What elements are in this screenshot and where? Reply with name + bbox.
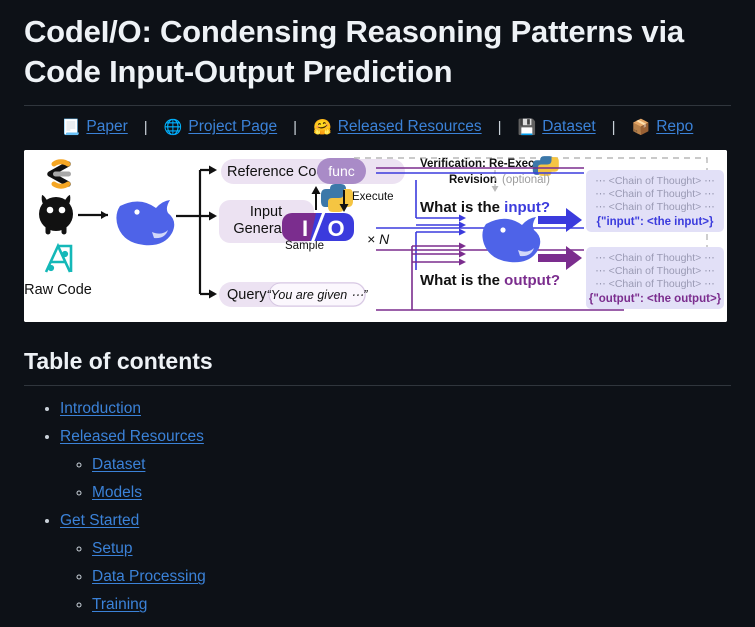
link-paper-label[interactable]: Paper [86,118,127,136]
link-project-page-label[interactable]: Project Page [188,118,277,136]
toc-link-setup[interactable]: Setup [92,540,133,557]
toc-link-released-resources[interactable]: Released Resources [60,428,204,445]
link-project-page[interactable]: 🌐 Project Page [164,118,277,136]
figure-box-io: I O [282,211,354,244]
link-repo-label[interactable]: Repo [656,118,693,136]
link-paper[interactable]: 📃 Paper [62,118,128,136]
toc-sublist-released-resources: Dataset Models [60,456,731,502]
figure-label-query: Query [227,287,267,303]
toc-item-models: Models [92,484,731,502]
globe-icon: 🌐 [163,118,183,136]
svg-text:⋯ <Chain of Thought> ⋯: ⋯ <Chain of Thought> ⋯ [595,201,714,213]
link-separator-2: | [293,118,298,136]
figure-label-reference-code: Reference Code [227,164,333,180]
toc-item-dataset: Dataset [92,456,731,474]
resource-linkbar: 📃 Paper | 🌐 Project Page | 🤗 Released Re… [24,106,731,136]
toc-item-data-processing: Data Processing [92,568,731,586]
figure-label-optional: (optional) [502,174,550,186]
figure-label-revision: Revision [449,174,497,186]
figure-label-output-json: {"output": <the output>} [589,293,722,305]
figure-label-query-quote: “You are given ⋯” [267,288,369,302]
codeforces-logo-icon [47,159,71,190]
toc-link-dataset[interactable]: Dataset [92,456,145,473]
figure-label-what-is-input: What is the input? [420,199,550,216]
toc-divider [24,385,731,387]
figure-label-execute: Execute [352,191,394,203]
toc-link-models[interactable]: Models [92,484,142,501]
toc-item-released-resources: Released Resources Dataset Models [60,428,731,502]
toc-item-setup: Setup [92,540,731,558]
figure-label-what-is-output: What is the output? [420,272,560,289]
page-title: CodeI/O: Condensing Reasoning Patterns v… [24,14,684,89]
figure-label-times-n: × N [367,231,390,247]
link-dataset-label[interactable]: Dataset [542,118,595,136]
toc-link-data-processing[interactable]: Data Processing [92,568,206,585]
package-icon: 📦 [631,118,651,136]
svg-text:⋯ <Chain of Thought> ⋯: ⋯ <Chain of Thought> ⋯ [595,175,714,187]
page-root: CodeI/O: Condensing Reasoning Patterns v… [0,0,755,627]
page-with-curl-icon: 📃 [61,118,81,136]
svg-text:⋯ <Chain of Thought> ⋯: ⋯ <Chain of Thought> ⋯ [595,265,714,277]
link-repo[interactable]: 📦 Repo [632,118,694,136]
toc-item-introduction: Introduction [60,400,731,418]
link-released-resources-label[interactable]: Released Resources [338,118,482,136]
floppy-disk-icon: 💾 [517,118,537,136]
svg-text:⋯ <Chain of Thought> ⋯: ⋯ <Chain of Thought> ⋯ [595,252,714,264]
link-separator-3: | [497,118,502,136]
link-separator-1: | [143,118,148,136]
toc-item-get-started: Get Started Setup Data Processing Traini… [60,512,731,614]
svg-text:⋯ <Chain of Thought> ⋯: ⋯ <Chain of Thought> ⋯ [595,278,714,290]
figure-label-func: func [328,163,354,179]
svg-text:⋯ <Chain of Thought> ⋯: ⋯ <Chain of Thought> ⋯ [595,188,714,200]
link-released-resources[interactable]: 🤗 Released Resources [313,118,482,136]
toc-item-training: Training [92,596,731,614]
toc-heading: Table of contents [24,348,213,375]
toc-link-training[interactable]: Training [92,596,147,613]
figure-label-raw-code: Raw Code [24,282,92,298]
figure-label-io-i: I [302,216,308,241]
figure-label-input-json: {"input": <the input>} [597,216,714,228]
figure-label-io-o: O [327,216,344,241]
toc-link-introduction[interactable]: Introduction [60,400,141,417]
figure-label-input-1: Input [250,204,282,220]
hugging-face-icon: 🤗 [313,118,332,136]
toc-link-get-started[interactable]: Get Started [60,512,139,529]
toc-sublist-get-started: Setup Data Processing Training [60,540,731,614]
link-separator-4: | [611,118,616,136]
toc-list: Introduction Released Resources Dataset … [24,400,731,614]
link-dataset[interactable]: 💾 Dataset [518,118,596,136]
figure-label-sample: Sample [285,240,324,252]
pipeline-figure: Raw Code Reference Code func Input Gener… [24,150,727,323]
